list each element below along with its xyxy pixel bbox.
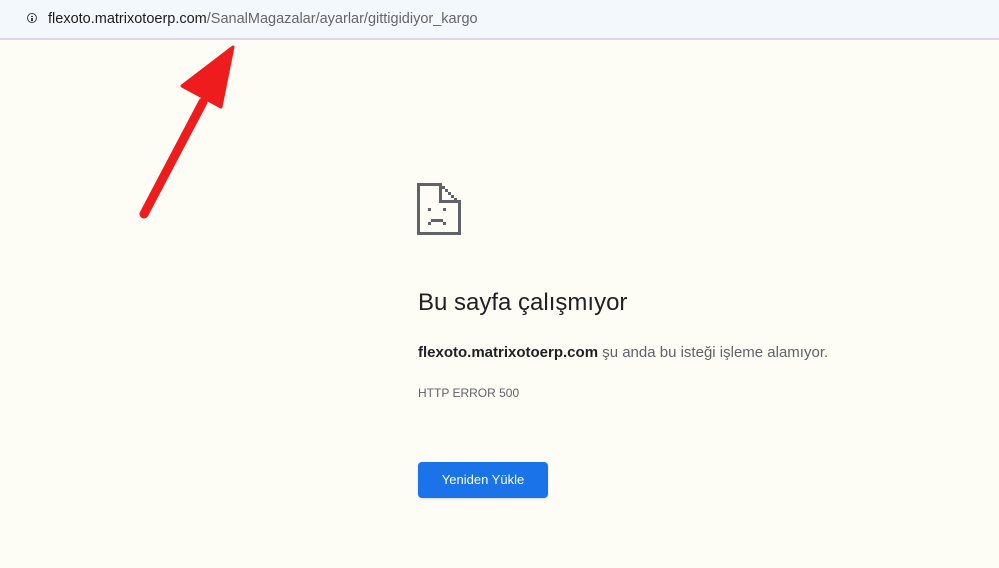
address-bar[interactable]: flexoto.matrixotoerp.com/SanalMagazalar/… (0, 0, 999, 40)
url-path: /SanalMagazalar/ayarlar/gittigidiyor_kar… (206, 11, 478, 27)
error-description: flexoto.matrixotoerp.com şu anda bu iste… (418, 343, 828, 363)
url-host: flexoto.matrixotoerp.com (48, 11, 207, 27)
url-text[interactable]: flexoto.matrixotoerp.com/SanalMagazalar/… (48, 10, 478, 28)
info-icon[interactable] (27, 13, 37, 23)
error-host: flexoto.matrixotoerp.com (418, 344, 599, 361)
browser-page: flexoto.matrixotoerp.com/SanalMagazalar/… (0, 0, 999, 568)
error-code: HTTP ERROR 500 (418, 386, 520, 400)
error-message: şu anda bu isteği işleme alamıyor. (598, 344, 829, 361)
reload-button[interactable]: Yeniden Yükle (418, 462, 548, 498)
error-title: Bu sayfa çalışmıyor (418, 289, 628, 316)
sad-file-icon (417, 183, 461, 235)
